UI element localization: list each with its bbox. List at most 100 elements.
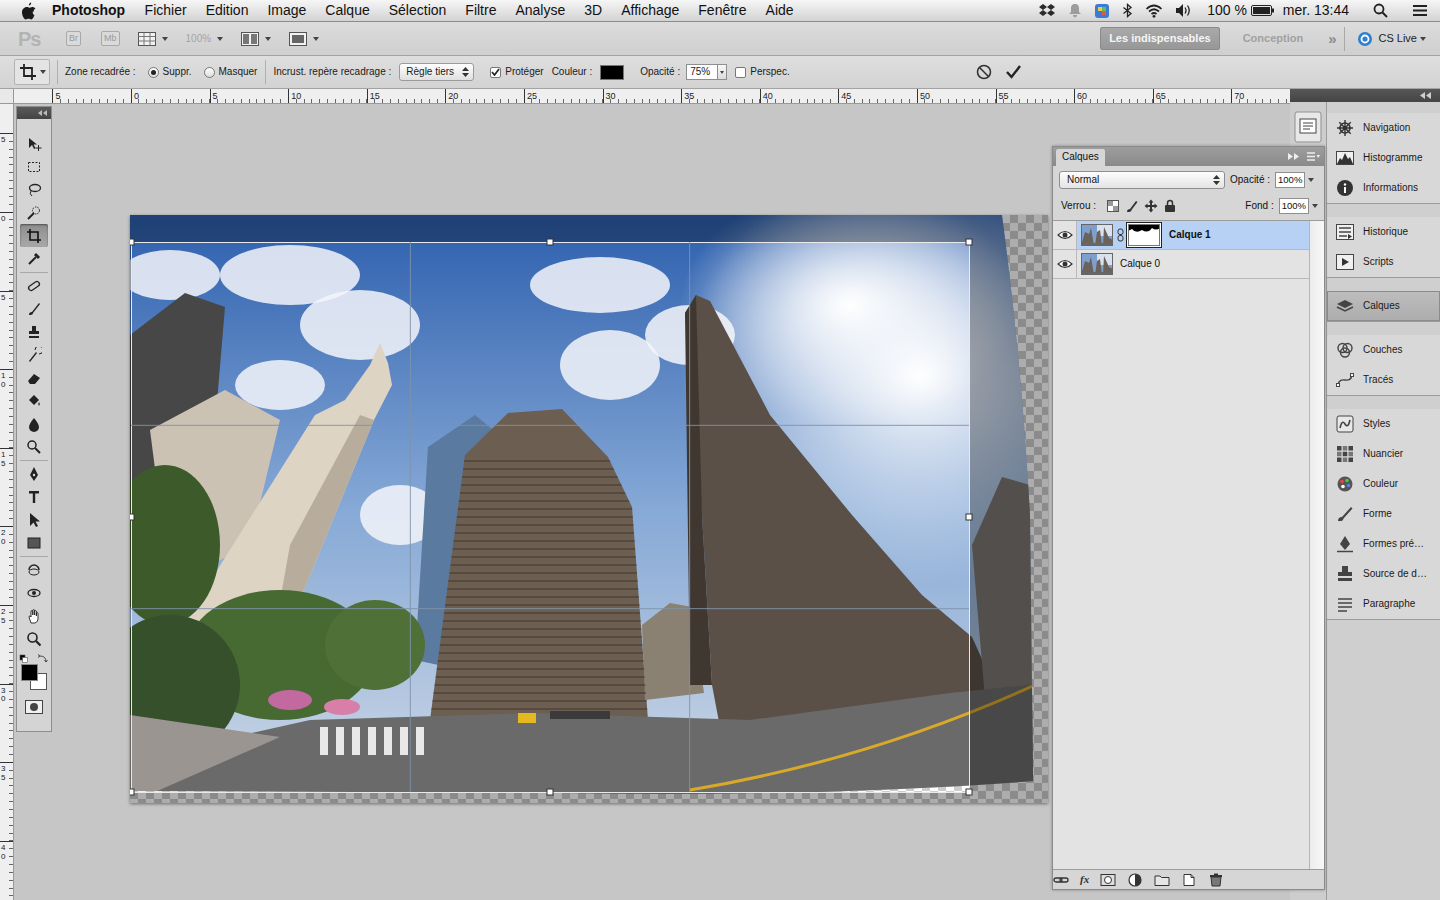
- tool-button[interactable]: [20, 201, 48, 224]
- perspective-label[interactable]: Perspec.: [750, 66, 789, 78]
- link-layers-icon[interactable]: [1053, 873, 1069, 887]
- panel-label[interactable]: Forme: [1363, 508, 1392, 520]
- tool-button[interactable]: [20, 343, 48, 366]
- panel-label[interactable]: Calques: [1363, 300, 1400, 312]
- menu-item[interactable]: Analyse: [506, 0, 575, 21]
- historybrush-tool-icon[interactable]: [26, 347, 42, 363]
- cancel-icon[interactable]: [976, 64, 992, 80]
- hand-tool-icon[interactable]: [26, 608, 42, 624]
- opacity-slider-button[interactable]: [718, 64, 727, 80]
- lock-position-icon[interactable]: [1144, 199, 1158, 213]
- new-layer-icon[interactable]: [1181, 873, 1197, 887]
- crop-handle[interactable]: [966, 514, 972, 520]
- panel-button[interactable]: Couches: [1327, 335, 1440, 365]
- arrange-documents-menu[interactable]: [241, 32, 271, 46]
- panel-label[interactable]: Historique: [1363, 226, 1408, 238]
- dropdown-arrow-icon[interactable]: [1420, 37, 1426, 41]
- dropdown-arrow-icon[interactable]: [217, 37, 223, 41]
- tool-button[interactable]: [20, 274, 48, 297]
- tool-button[interactable]: [20, 132, 48, 155]
- crop-mode-option[interactable]: Masquer: [204, 66, 258, 78]
- add-mask-icon[interactable]: [1100, 873, 1116, 887]
- panel-label[interactable]: Couches: [1363, 344, 1402, 356]
- type-tool-icon[interactable]: [26, 489, 42, 505]
- ruler-origin[interactable]: [0, 89, 14, 104]
- pathselect-tool-icon[interactable]: [26, 512, 42, 528]
- panel-label[interactable]: Histogramme: [1363, 152, 1422, 164]
- notification-icon[interactable]: [1068, 3, 1082, 18]
- panel-button[interactable]: Historique: [1327, 217, 1440, 247]
- opacity-field[interactable]: 100%: [1275, 172, 1305, 188]
- brush-tool-icon[interactable]: [26, 301, 42, 317]
- fill-value[interactable]: 100%: [1282, 200, 1306, 211]
- color-swatches-icon[interactable]: [19, 654, 49, 694]
- workspace-label[interactable]: Conception: [1243, 32, 1304, 44]
- horizontal-ruler[interactable]: 50510152025303540455055606570: [14, 89, 1290, 104]
- crop-tool-icon[interactable]: [19, 63, 37, 81]
- foreground-color[interactable]: [22, 665, 38, 681]
- radio-label[interactable]: Suppr.: [163, 66, 192, 78]
- mini-bridge-button[interactable]: Mb: [101, 31, 120, 46]
- dock-header[interactable]: [1290, 89, 1440, 102]
- visibility-toggle[interactable]: [1053, 250, 1077, 278]
- opacity-value[interactable]: 100%: [1278, 174, 1302, 185]
- lock-all-icon[interactable]: [1163, 199, 1177, 213]
- document-image[interactable]: [130, 215, 1048, 803]
- tool-button[interactable]: [20, 247, 48, 270]
- mask-link-icon[interactable]: [1117, 228, 1124, 242]
- overlay-select[interactable]: Règle tiers: [399, 63, 474, 81]
- menu-item[interactable]: Fenêtre: [689, 0, 756, 21]
- tool-button[interactable]: [20, 485, 48, 508]
- menu-item[interactable]: 3D: [575, 0, 612, 21]
- dropdown-arrow-icon[interactable]: [40, 70, 46, 74]
- menu-item[interactable]: Filtre: [456, 0, 506, 21]
- adjustment-layer-icon[interactable]: [1127, 873, 1143, 887]
- scrollbar[interactable]: [1309, 221, 1324, 869]
- quick-mask-button[interactable]: [25, 700, 43, 714]
- cs-live-label[interactable]: CS Live: [1378, 32, 1417, 45]
- panel-button[interactable]: Scripts: [1327, 247, 1440, 277]
- menu-item[interactable]: Sélection: [379, 0, 456, 21]
- lock-pixels-icon[interactable]: [1125, 199, 1139, 213]
- layer-item[interactable]: Calque 0: [1077, 250, 1309, 278]
- app-status-icon[interactable]: [1094, 3, 1110, 19]
- clock[interactable]: mer. 13:44: [1283, 0, 1349, 21]
- heal-tool-icon[interactable]: [26, 278, 42, 294]
- pen-tool-icon[interactable]: [26, 466, 42, 482]
- tool-button[interactable]: [20, 155, 48, 178]
- tools-panel-header[interactable]: [17, 107, 51, 119]
- radio-label[interactable]: Masquer: [219, 66, 258, 78]
- workspace-button[interactable]: Les indispensables: [1100, 27, 1219, 50]
- dodge-tool-icon[interactable]: [26, 439, 42, 455]
- panel-label[interactable]: Informations: [1363, 182, 1418, 194]
- crop-tool-icon[interactable]: [26, 228, 42, 244]
- crop-handle[interactable]: [547, 789, 553, 795]
- panel-label[interactable]: Source de d…: [1363, 568, 1427, 580]
- tool-button[interactable]: [20, 604, 48, 627]
- menu-item[interactable]: Aide: [756, 0, 803, 21]
- dropdown-arrow-icon[interactable]: [1312, 204, 1318, 208]
- expand-panel-icon[interactable]: [1288, 153, 1299, 160]
- visibility-toggle[interactable]: [1053, 221, 1077, 249]
- panel-tab-label[interactable]: Calques: [1062, 151, 1099, 162]
- color-picker[interactable]: [19, 654, 49, 694]
- rotate3d-tool-icon[interactable]: [26, 562, 42, 578]
- shield-option[interactable]: Protéger: [490, 66, 543, 78]
- volume-icon[interactable]: [1175, 3, 1191, 18]
- panel-label[interactable]: Couleur: [1363, 478, 1398, 490]
- panel-label[interactable]: Formes pré…: [1363, 538, 1424, 550]
- app-menu[interactable]: Photoshop: [52, 0, 135, 21]
- panel-button[interactable]: Formes pré…: [1327, 529, 1440, 559]
- panel-tab[interactable]: Calques: [1056, 149, 1105, 166]
- tool-button[interactable]: [20, 224, 48, 247]
- radio-button[interactable]: [148, 67, 159, 78]
- collapsed-panel-button[interactable]: [1294, 111, 1322, 143]
- panel-button[interactable]: Calques: [1327, 291, 1440, 321]
- blend-mode-select[interactable]: Normal: [1059, 171, 1225, 189]
- panel-label[interactable]: Paragraphe: [1363, 598, 1415, 610]
- screen-mode-menu[interactable]: [289, 32, 319, 46]
- perspective-option[interactable]: Perspec.: [735, 66, 789, 78]
- overlay-value[interactable]: Règle tiers: [406, 66, 454, 78]
- select-arrows-icon[interactable]: [1213, 175, 1220, 185]
- perspective-checkbox[interactable]: [735, 67, 746, 78]
